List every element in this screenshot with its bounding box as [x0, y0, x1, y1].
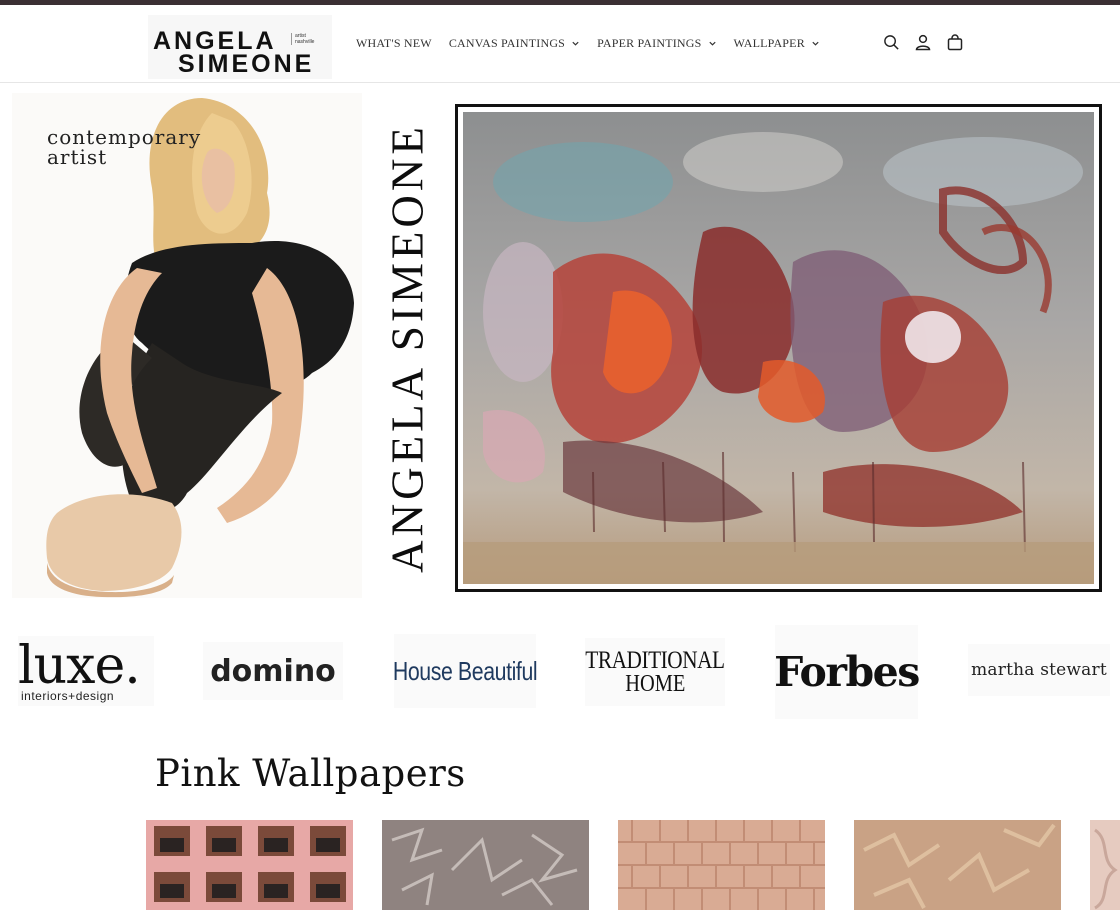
featured-painting [463, 112, 1094, 584]
header-icons [880, 30, 976, 54]
chevron-down-icon [572, 41, 579, 46]
search-button[interactable] [880, 30, 902, 54]
press-logos: luxe. interiors+design domino House Beau… [0, 622, 1120, 722]
nav-label: WALLPAPER [733, 35, 805, 50]
hero-banner[interactable]: contemporary artist ANGELA SIMEONE [12, 93, 1110, 598]
nav-label: WHAT'S NEW [356, 35, 432, 50]
traditional-home-line2: HOME [624, 671, 686, 697]
wallpaper-swatch-image [618, 820, 825, 910]
wallpaper-swatch-image [1090, 820, 1120, 910]
press-logo-luxe: luxe. interiors+design [18, 636, 154, 706]
logo-tagline: artist nashville [291, 33, 323, 45]
product-card[interactable] [382, 820, 589, 910]
press-logo-domino: domino [203, 642, 343, 700]
hero-tagline: contemporary artist [47, 125, 202, 169]
chevron-down-icon [708, 41, 716, 46]
main-nav: WHAT'S NEW CANVAS PAINTINGS PAPER PAINTI… [350, 34, 837, 52]
nav-canvas-paintings[interactable]: CANVAS PAINTINGS [449, 36, 580, 51]
cart-button[interactable] [944, 30, 966, 54]
press-logo-forbes: Forbes [774, 625, 920, 719]
press-logo-martha-stewart: martha stewart [968, 644, 1110, 696]
abstract-painting-image [463, 112, 1094, 584]
martha-stewart-wordmark: martha stewart [971, 660, 1107, 680]
hero-vertical-name: ANGELA SIMEONE [382, 123, 433, 573]
traditional-home-line1: TRADITIONAL [585, 647, 725, 674]
account-icon [915, 34, 931, 50]
wallpaper-swatch-image [146, 820, 353, 910]
collection-title: Pink Wallpapers [155, 752, 466, 795]
featured-painting-frame [455, 104, 1102, 592]
logo-name-last: SIMEONE [178, 50, 315, 78]
house-beautiful-wordmark: House Beautiful [392, 655, 538, 686]
artist-portrait: contemporary artist [12, 93, 362, 598]
nav-whats-new[interactable]: WHAT'S NEW [356, 36, 432, 51]
domino-wordmark: domino [210, 653, 336, 689]
search-icon [883, 34, 899, 50]
luxe-wordmark: luxe. [18, 636, 141, 696]
chevron-down-icon [812, 41, 819, 46]
product-card[interactable] [854, 820, 1061, 910]
nav-paper-paintings[interactable]: PAPER PAINTINGS [597, 36, 716, 51]
press-logo-traditional-home: TRADITIONAL HOME [585, 638, 725, 706]
luxe-subtitle: interiors+design [21, 689, 115, 703]
press-logo-house-beautiful: House Beautiful [392, 634, 538, 708]
product-card[interactable] [1090, 820, 1120, 910]
forbes-wordmark: Forbes [774, 648, 920, 696]
nav-label: PAPER PAINTINGS [597, 35, 702, 50]
hero-vertical-name-wrap: ANGELA SIMEONE [382, 101, 433, 596]
account-button[interactable] [912, 30, 934, 54]
cart-icon [947, 33, 963, 50]
nav-label: CANVAS PAINTINGS [448, 35, 566, 50]
product-card[interactable] [146, 820, 353, 910]
wallpaper-swatch-image [382, 820, 589, 910]
nav-wallpaper[interactable]: WALLPAPER [734, 36, 820, 51]
product-card[interactable] [618, 820, 825, 910]
wallpaper-swatch-image [854, 820, 1061, 910]
brand-logo[interactable]: ANGELA SIMEONE artist nashville [148, 15, 332, 79]
site-header: ANGELA SIMEONE artist nashville WHAT'S N… [0, 5, 1120, 83]
